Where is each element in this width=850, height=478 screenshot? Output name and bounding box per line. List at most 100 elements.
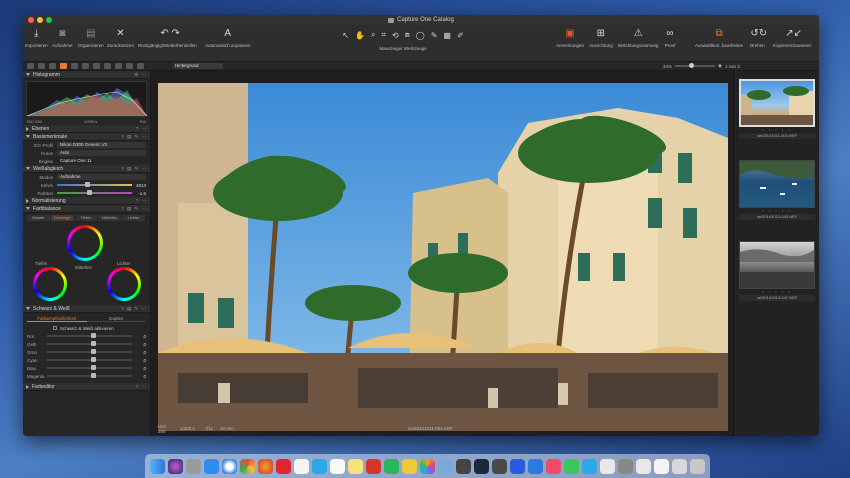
photos-app-icon[interactable] bbox=[420, 458, 435, 474]
thumbnail-1[interactable]: • • • • • set20141011-004.NEF bbox=[739, 79, 815, 139]
keystone-tool-icon[interactable]: ⧈ bbox=[405, 30, 410, 40]
launchpad-icon[interactable] bbox=[186, 458, 201, 474]
capture-button[interactable]: ◙ Aufnahme bbox=[52, 27, 73, 48]
white-balance-header[interactable]: Weißabgleich ? ▤ ✎ ⋯ bbox=[23, 165, 150, 173]
tab-exposure-icon[interactable] bbox=[71, 63, 78, 69]
notes-icon[interactable] bbox=[348, 458, 363, 474]
spot-tool-icon[interactable]: ◯ bbox=[416, 31, 425, 40]
main-photo[interactable] bbox=[158, 83, 728, 431]
brush-tool-icon[interactable]: ✎ bbox=[431, 31, 438, 40]
calendar-icon[interactable] bbox=[330, 458, 345, 474]
bw-blue-slider[interactable] bbox=[47, 365, 132, 370]
tab-split-tone[interactable]: Duplex bbox=[86, 315, 146, 322]
tint-slider[interactable] bbox=[57, 190, 132, 195]
tab-library-icon[interactable] bbox=[27, 63, 34, 69]
crop-tool-icon[interactable]: ⌗ bbox=[381, 30, 386, 40]
wb-mode-select[interactable]: Aufnahme bbox=[57, 174, 146, 180]
eye-icon[interactable]: ◉ bbox=[718, 63, 722, 69]
tab-midtones[interactable]: Mitteltön bbox=[98, 215, 123, 221]
tab-color-icon[interactable] bbox=[60, 63, 67, 69]
tab-output-icon[interactable] bbox=[126, 63, 133, 69]
close-button[interactable] bbox=[28, 17, 34, 23]
tab-3way[interactable]: Dreiwege bbox=[50, 215, 75, 221]
black-white-header[interactable]: Schwarz & Weiß ? ▤ ✎ ⋯ bbox=[23, 305, 150, 313]
tab-capture-icon[interactable] bbox=[38, 63, 45, 69]
siri-icon[interactable] bbox=[168, 458, 183, 474]
trash-icon[interactable] bbox=[690, 458, 705, 474]
mail-icon[interactable] bbox=[636, 458, 651, 474]
wunderlist-icon[interactable] bbox=[366, 458, 381, 474]
undo-redo-button[interactable]: ↶ ↷ Rückgängig/Wiederherstellen bbox=[138, 27, 197, 48]
copy-apply-button[interactable]: ↗↙ Kopieren/Zuweisen bbox=[773, 27, 812, 48]
picker-tool-icon[interactable]: ✐ bbox=[457, 31, 464, 40]
t2p-icon[interactable] bbox=[456, 458, 471, 474]
gradient-tool-icon[interactable]: ▦ bbox=[443, 31, 451, 40]
import-button[interactable]: ⤓ Importieren bbox=[25, 27, 48, 48]
rotate-button[interactable]: ↺↻ Drehen bbox=[750, 27, 767, 48]
edit-selected-button[interactable]: ⧉ Auswahlkorr. bearbeiten bbox=[695, 27, 743, 48]
1password-icon[interactable] bbox=[600, 458, 615, 474]
lightroom-icon[interactable] bbox=[474, 458, 489, 474]
auto-adjust-button[interactable]: A Automatisch anpassen bbox=[205, 27, 251, 48]
reset-button[interactable]: ✕ Zurücksetzen bbox=[107, 27, 134, 48]
photos-icon[interactable] bbox=[294, 458, 309, 474]
exposure-warning-button[interactable]: ⚠ Belichtungswarnung bbox=[618, 27, 659, 48]
keynote-icon[interactable] bbox=[528, 458, 543, 474]
annotations-button[interactable]: ▣ Anmerkungen bbox=[556, 27, 584, 48]
tab-batch-icon[interactable] bbox=[137, 63, 144, 69]
bw-green-slider[interactable] bbox=[47, 349, 132, 354]
normalization-header[interactable]: Normalisierung ? ⋯ bbox=[23, 197, 150, 205]
tab-highlights[interactable]: Lichter bbox=[122, 215, 146, 221]
opera-icon[interactable] bbox=[276, 458, 291, 474]
thumbnail-3[interactable]: • • • • • set20141013-047.NEF bbox=[739, 241, 815, 301]
icc-profile-select[interactable]: Nikon D300 Generic V2 bbox=[57, 142, 146, 148]
app-generic-icon[interactable] bbox=[618, 458, 633, 474]
highlights-wheel[interactable] bbox=[107, 267, 141, 301]
facetime-icon[interactable] bbox=[582, 458, 597, 474]
messages-icon[interactable] bbox=[564, 458, 579, 474]
safari-icon[interactable] bbox=[222, 458, 237, 474]
appstore-icon[interactable] bbox=[204, 458, 219, 474]
tab-color-sensitivity[interactable]: Farbempfindlichkeit bbox=[27, 315, 87, 322]
chrome-icon[interactable] bbox=[240, 458, 255, 474]
tab-master[interactable]: Master bbox=[27, 215, 51, 221]
document-icon[interactable] bbox=[654, 458, 669, 474]
stickies-icon[interactable] bbox=[402, 458, 417, 474]
color-editor-header[interactable]: Farbeditor ? ⋯ bbox=[23, 383, 150, 391]
tint-value[interactable]: -1.6 bbox=[132, 191, 146, 196]
kelvin-value[interactable]: 4913 bbox=[132, 183, 146, 188]
grid-button[interactable]: ⊞ Ausrichtung bbox=[589, 27, 613, 48]
bw-yellow-slider[interactable] bbox=[47, 341, 132, 346]
base-characteristics-header[interactable]: Basismerkmale ? ▤ ✎ ⋯ bbox=[23, 133, 150, 141]
bw-red-slider[interactable] bbox=[47, 333, 132, 338]
affinity-icon[interactable] bbox=[510, 458, 525, 474]
bw-cyan-slider[interactable] bbox=[47, 357, 132, 362]
firefox-icon[interactable] bbox=[258, 458, 273, 474]
tab-shadows[interactable]: Tiefen bbox=[74, 215, 99, 221]
tab-details-icon[interactable] bbox=[82, 63, 89, 69]
skype-icon[interactable] bbox=[312, 458, 327, 474]
background-select[interactable]: Hintergrund bbox=[173, 63, 223, 69]
thumbnail-2[interactable]: • • • • • set20141013-043.NEF bbox=[739, 160, 815, 220]
folder-icon[interactable] bbox=[672, 458, 687, 474]
kelvin-slider[interactable] bbox=[57, 182, 132, 187]
color-balance-header[interactable]: Farbbalance ? ▤ ✎ ⋯ bbox=[23, 205, 150, 213]
tab-local-icon[interactable] bbox=[93, 63, 100, 69]
tasks-icon[interactable] bbox=[384, 458, 399, 474]
zoom-slider[interactable] bbox=[675, 63, 716, 68]
proof-button[interactable]: ∞ Proof bbox=[663, 27, 677, 48]
tab-adjust-icon[interactable] bbox=[104, 63, 111, 69]
preview-icon[interactable] bbox=[438, 458, 453, 474]
shadows-wheel[interactable] bbox=[33, 267, 67, 301]
tab-lens-icon[interactable] bbox=[49, 63, 56, 69]
bw-magenta-slider[interactable] bbox=[47, 373, 132, 378]
pan-tool-icon[interactable]: ✋ bbox=[355, 31, 365, 40]
bw-enable-checkbox[interactable]: Schwarz & Weiß aktivieren bbox=[23, 324, 150, 332]
histogram-header[interactable]: Histogramm ⚙ ⋯ bbox=[23, 71, 150, 79]
organize-button[interactable]: ▤ Organisieren bbox=[78, 27, 104, 48]
layers-header[interactable]: Ebenen ? ⋯ bbox=[23, 125, 150, 133]
minimize-button[interactable] bbox=[37, 17, 43, 23]
zoom-button[interactable] bbox=[46, 17, 52, 23]
finder-icon[interactable] bbox=[150, 458, 165, 474]
rotate-tool-icon[interactable]: ⟲ bbox=[392, 31, 399, 40]
